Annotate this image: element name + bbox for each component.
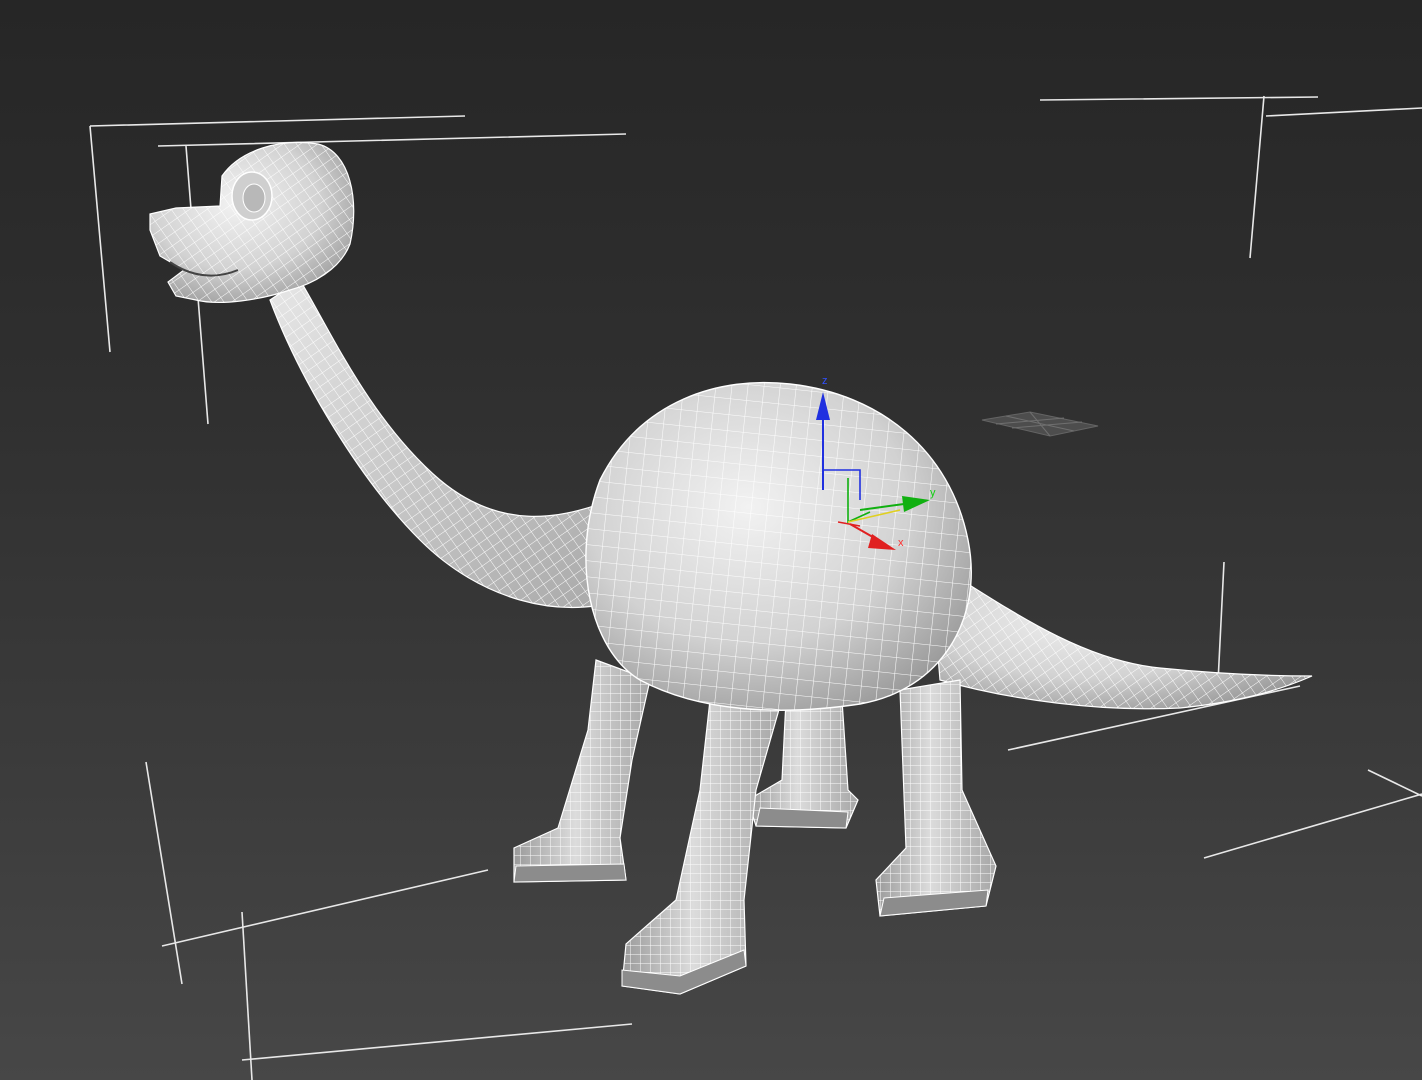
front-leg-right	[621, 699, 781, 995]
front-leg-left	[513, 659, 651, 883]
3d-viewport[interactable]: z y x	[0, 0, 1422, 1080]
pivot-grid-icon	[981, 411, 1099, 437]
gizmo-z-label: z	[822, 375, 828, 387]
dinosaur-mesh[interactable]	[149, 141, 1313, 995]
viewport-canvas[interactable]: z y x	[0, 0, 1422, 1080]
gizmo-y-label: y	[930, 487, 936, 499]
gizmo-x-label: x	[898, 537, 904, 549]
back-leg-left	[875, 679, 997, 917]
